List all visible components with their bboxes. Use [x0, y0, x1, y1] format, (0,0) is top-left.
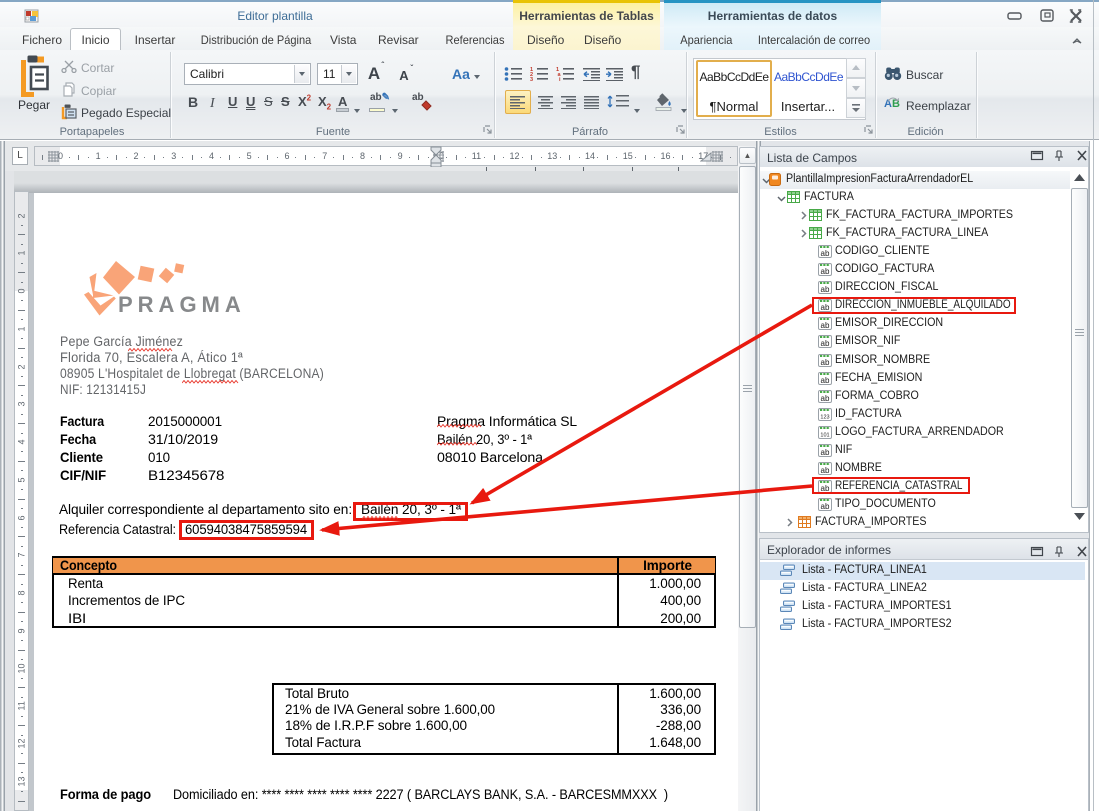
svg-text:3: 3 [530, 77, 533, 81]
svg-text:ab: ab [821, 321, 830, 330]
svg-text:ab: ab [821, 466, 830, 475]
svg-text:ab: ab [821, 358, 830, 367]
svg-text:ab: ab [821, 249, 830, 258]
svg-text:ab: ab [821, 448, 830, 457]
svg-text:i: i [559, 77, 561, 81]
svg-text:123: 123 [820, 414, 829, 420]
svg-text:ab: ab [821, 502, 830, 511]
svg-text:101: 101 [820, 432, 829, 438]
svg-text:ab: ab [821, 376, 830, 385]
svg-text:ab: ab [821, 339, 830, 348]
svg-text:ab: ab [821, 267, 830, 276]
svg-text:ab: ab [821, 285, 830, 294]
svg-text:ab: ab [821, 394, 830, 403]
